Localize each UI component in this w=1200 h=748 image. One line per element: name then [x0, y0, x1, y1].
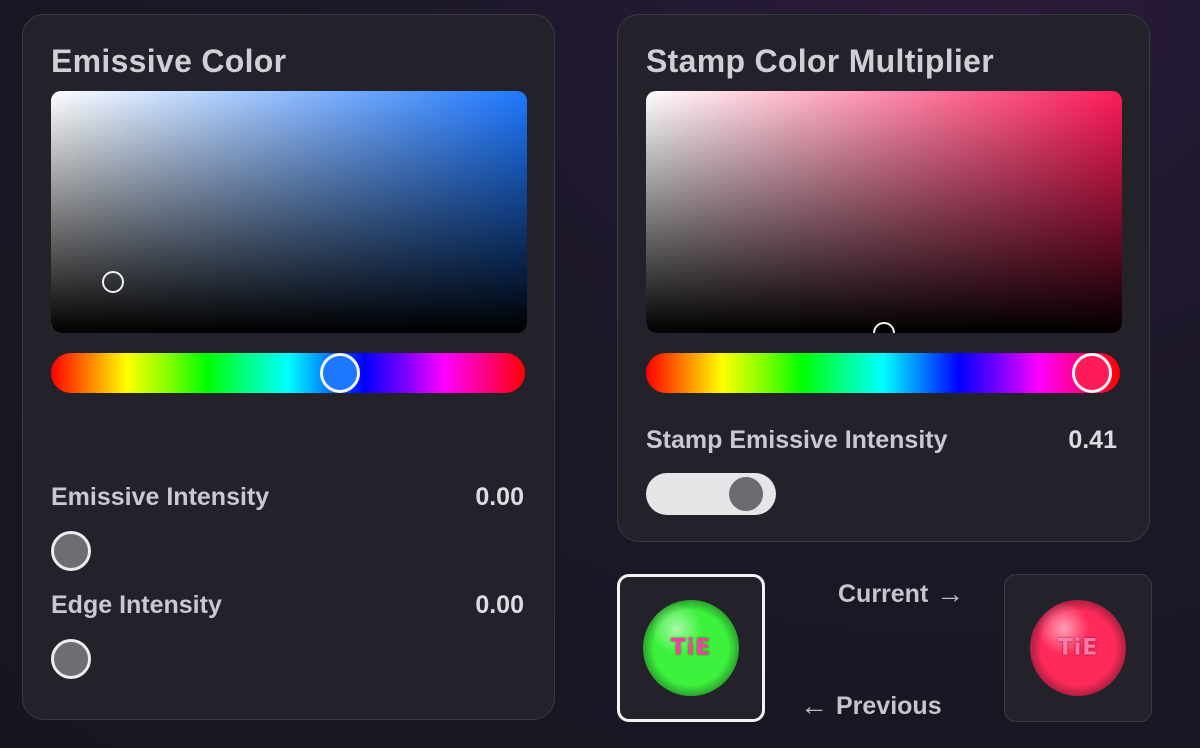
ball-decal-text: TiE [1057, 635, 1099, 661]
sv-black-layer [646, 91, 1122, 333]
previous-material-ball: TiE [643, 600, 739, 696]
current-preview-swatch[interactable]: TiE [1004, 574, 1152, 722]
previous-preview-swatch[interactable]: TiE [617, 574, 765, 722]
current-label-group: Current → [838, 578, 964, 610]
stamp-color-title: Stamp Color Multiplier [646, 43, 994, 79]
stamp-saturation-value-picker[interactable] [646, 91, 1122, 333]
stamp-color-panel: Stamp Color Multiplier Stamp Emissive In… [617, 14, 1150, 542]
stamp-emissive-intensity-value: 0.41 [1068, 426, 1117, 454]
stamp-emissive-intensity-label: Stamp Emissive Intensity [646, 426, 948, 454]
current-label: Current [838, 579, 929, 608]
current-material-ball: TiE [1030, 600, 1126, 696]
stamp-hue-thumb[interactable] [1071, 353, 1112, 393]
edge-intensity-value: 0.00 [475, 591, 524, 619]
emissive-intensity-value: 0.00 [475, 483, 524, 511]
emissive-color-panel: Emissive Color Emissive Intensity 0.00 E… [22, 14, 555, 720]
previous-label: Previous [836, 691, 942, 720]
emissive-hue-slider[interactable] [51, 353, 525, 393]
emissive-intensity-label: Emissive Intensity [51, 483, 270, 511]
right-arrow-icon: → [936, 578, 965, 609]
ball-decal-text: TiE [670, 635, 712, 661]
stamp-hue-slider[interactable] [646, 353, 1120, 393]
stamp-emissive-intensity-knob[interactable] [727, 475, 766, 513]
left-arrow-icon: ← [800, 690, 828, 721]
emissive-saturation-value-picker[interactable] [51, 91, 527, 333]
emissive-intensity-slider-knob[interactable] [51, 531, 91, 571]
stamp-emissive-intensity-slider[interactable] [646, 473, 776, 515]
previous-label-group: ← Previous [800, 690, 942, 722]
emissive-color-cursor[interactable] [101, 271, 124, 294]
emissive-color-title: Emissive Color [51, 43, 287, 79]
edge-intensity-slider-knob[interactable] [51, 639, 91, 679]
edge-intensity-label: Edge Intensity [51, 591, 222, 619]
emissive-hue-thumb[interactable] [320, 353, 361, 393]
sv-black-layer [51, 91, 527, 333]
